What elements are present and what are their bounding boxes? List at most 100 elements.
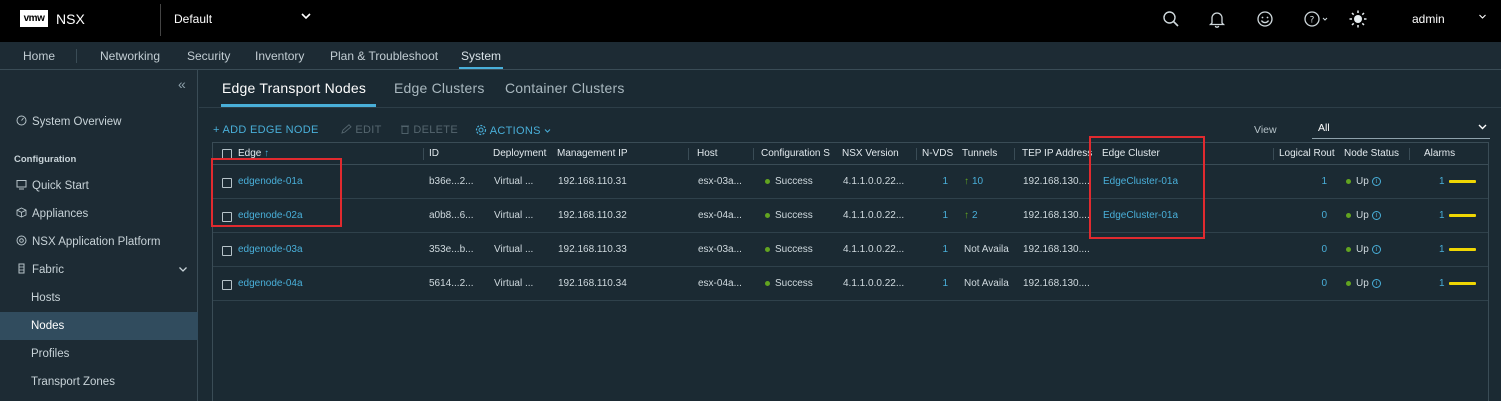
logical-routers-count[interactable]: 0 bbox=[1279, 278, 1327, 289]
alarm-severity-bar bbox=[1448, 213, 1476, 217]
chevron-down-icon[interactable] bbox=[300, 10, 312, 25]
nav-networking[interactable]: Networking bbox=[100, 49, 160, 63]
row-checkbox[interactable] bbox=[222, 246, 232, 256]
monitor-icon bbox=[14, 179, 28, 193]
info-icon[interactable]: i bbox=[1371, 278, 1381, 288]
column-header-nvds[interactable]: N-VDS bbox=[922, 148, 953, 159]
sidebar-item-quick-start[interactable]: Quick Start bbox=[0, 172, 198, 200]
column-separator bbox=[1409, 148, 1410, 160]
sidebar-item-nodes[interactable]: Nodes bbox=[0, 312, 198, 340]
nvds-count[interactable]: 1 bbox=[922, 210, 948, 221]
sidebar-item-label: Fabric bbox=[32, 264, 64, 276]
nav-system[interactable]: System bbox=[461, 49, 501, 63]
column-header-deployment[interactable]: Deployment bbox=[493, 148, 553, 159]
sidebar-item-system-overview[interactable]: System Overview bbox=[0, 108, 198, 136]
bell-icon[interactable] bbox=[1206, 8, 1228, 30]
grid-header: Edge ↑ ID Deployment Management IP Host … bbox=[213, 143, 1488, 165]
column-separator bbox=[423, 148, 424, 160]
sidebar-item-appliances[interactable]: Appliances bbox=[0, 200, 198, 228]
success-dot-icon bbox=[765, 280, 770, 286]
node-status: Up i bbox=[1346, 278, 1381, 289]
tab-edge-clusters[interactable]: Edge Clusters bbox=[394, 80, 485, 96]
chevron-down-icon[interactable] bbox=[1477, 121, 1488, 135]
sidebar-item-hosts[interactable]: Hosts bbox=[0, 284, 198, 312]
tabs-divider bbox=[199, 107, 1501, 108]
sidebar-item-label: Transport Zones bbox=[31, 376, 115, 388]
nsx-version: 4.1.1.0.0.22... bbox=[843, 176, 905, 187]
success-dot-icon bbox=[1346, 212, 1351, 218]
logical-routers-count[interactable]: 0 bbox=[1279, 210, 1327, 221]
highlight-box-edge-cluster bbox=[1089, 136, 1205, 239]
delete-label: DELETE bbox=[413, 124, 458, 136]
collapse-sidebar-icon[interactable]: « bbox=[178, 76, 186, 92]
column-header-id[interactable]: ID bbox=[429, 148, 439, 159]
tunnels[interactable]: ↑ 2 bbox=[964, 210, 978, 221]
info-icon[interactable]: i bbox=[1371, 210, 1381, 220]
column-header-nsx-version[interactable]: NSX Version bbox=[842, 148, 899, 159]
tab-edge-transport-nodes[interactable]: Edge Transport Nodes bbox=[222, 80, 366, 96]
node-status: Up i bbox=[1346, 176, 1381, 187]
column-header-logical-routers[interactable]: Logical Rout bbox=[1279, 148, 1341, 159]
actions-menu-button[interactable]: ACTIONS bbox=[475, 124, 551, 137]
nav-security[interactable]: Security bbox=[187, 49, 230, 63]
column-header-alarms[interactable]: Alarms bbox=[1424, 148, 1455, 159]
nvds-count[interactable]: 1 bbox=[922, 278, 948, 289]
alarms[interactable]: 1 bbox=[1439, 210, 1476, 221]
chevron-down-icon[interactable] bbox=[1478, 12, 1487, 24]
user-menu[interactable]: admin bbox=[1412, 12, 1445, 26]
column-header-configuration-state[interactable]: Configuration S bbox=[761, 148, 837, 159]
platform-icon bbox=[14, 235, 28, 249]
info-icon[interactable]: i bbox=[1371, 176, 1381, 186]
table-row: edgenode-03a 353e...b... Virtual ... 192… bbox=[213, 233, 1488, 267]
sun-icon[interactable] bbox=[1347, 8, 1369, 30]
smiley-icon[interactable] bbox=[1254, 8, 1276, 30]
deployment-type: Virtual ... bbox=[494, 210, 534, 221]
column-header-tunnels[interactable]: Tunnels bbox=[962, 148, 997, 159]
nvds-count[interactable]: 1 bbox=[922, 176, 948, 187]
sidebar-item-label: Quick Start bbox=[32, 180, 89, 192]
alarms[interactable]: 1 bbox=[1439, 244, 1476, 255]
nav-separator bbox=[76, 49, 77, 63]
chevron-down-icon bbox=[544, 129, 551, 133]
column-separator bbox=[1014, 148, 1015, 160]
gear-icon bbox=[475, 124, 487, 136]
edge-id: 353e...b... bbox=[429, 244, 474, 255]
nvds-count[interactable]: 1 bbox=[922, 244, 948, 255]
info-icon[interactable]: i bbox=[1371, 244, 1381, 254]
success-dot-icon bbox=[1346, 280, 1351, 286]
add-edge-node-button[interactable]: + ADD EDGE NODE bbox=[213, 124, 319, 136]
tunnels[interactable]: ↑ 10 bbox=[964, 176, 983, 187]
edit-button[interactable]: EDIT bbox=[341, 124, 382, 136]
nav-inventory[interactable]: Inventory bbox=[255, 49, 304, 63]
logical-routers-count[interactable]: 1 bbox=[1279, 176, 1327, 187]
column-header-host[interactable]: Host bbox=[697, 148, 718, 159]
column-header-node-status[interactable]: Node Status bbox=[1344, 148, 1399, 159]
logical-routers-count[interactable]: 0 bbox=[1279, 244, 1327, 255]
view-select[interactable]: All bbox=[1312, 119, 1490, 139]
column-header-tep-ip[interactable]: TEP IP Address bbox=[1022, 148, 1094, 159]
help-icon[interactable]: ? bbox=[1302, 8, 1332, 30]
delete-button[interactable]: DELETE bbox=[400, 124, 458, 136]
tab-container-clusters[interactable]: Container Clusters bbox=[505, 80, 625, 96]
nsx-version: 4.1.1.0.0.22... bbox=[843, 278, 905, 289]
search-icon[interactable] bbox=[1160, 8, 1182, 30]
column-header-management-ip[interactable]: Management IP bbox=[557, 148, 628, 159]
edge-name-link[interactable]: edgenode-04a bbox=[238, 278, 303, 289]
svg-text:?: ? bbox=[1310, 16, 1315, 26]
sidebar-item-nsx-application-platform[interactable]: NSX Application Platform bbox=[0, 228, 198, 256]
project-selector[interactable]: Default bbox=[174, 12, 212, 26]
nav-home[interactable]: Home bbox=[23, 49, 55, 63]
alarms[interactable]: 1 bbox=[1439, 176, 1476, 187]
host: esx-04a... bbox=[698, 210, 742, 221]
sidebar-item-label: Hosts bbox=[31, 292, 61, 304]
chevron-down-icon[interactable] bbox=[178, 264, 188, 277]
management-ip: 192.168.110.31 bbox=[558, 176, 627, 187]
sidebar-item-transport-zones[interactable]: Transport Zones bbox=[0, 368, 198, 396]
nav-plan-troubleshoot[interactable]: Plan & Troubleshoot bbox=[330, 49, 438, 63]
sidebar-item-label: Nodes bbox=[31, 320, 65, 332]
row-checkbox[interactable] bbox=[222, 280, 232, 290]
edge-name-link[interactable]: edgenode-03a bbox=[238, 244, 303, 255]
sidebar-item-profiles[interactable]: Profiles bbox=[0, 340, 198, 368]
alarms[interactable]: 1 bbox=[1439, 278, 1476, 289]
sidebar-item-fabric[interactable]: Fabric bbox=[0, 256, 198, 284]
